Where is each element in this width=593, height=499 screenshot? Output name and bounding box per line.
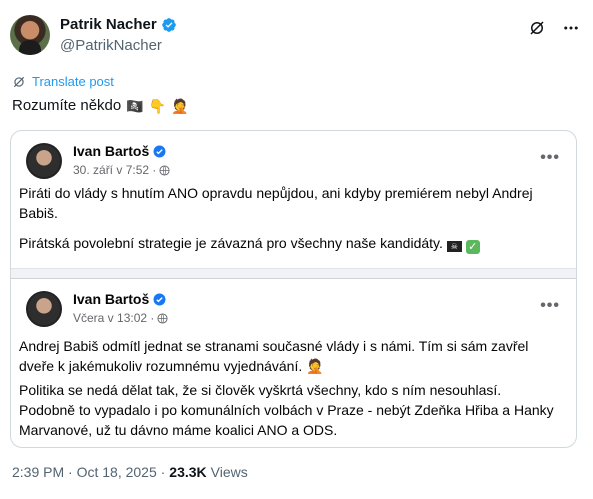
globe-icon bbox=[159, 164, 170, 176]
more-options-icon[interactable] bbox=[561, 18, 581, 38]
author-name[interactable]: Patrik Nacher bbox=[60, 16, 157, 33]
tweet-timestamp[interactable]: 2:39 PM · Oct 18, 2025 · bbox=[12, 464, 165, 480]
fb-avatar bbox=[26, 291, 62, 327]
fb-post-date: 30. září v 7:52 · bbox=[73, 163, 157, 177]
fb-paragraph: Politika se nedá dělat tak, že si člověk… bbox=[19, 382, 554, 438]
header-actions bbox=[527, 18, 581, 38]
facebook-post: Ivan Bartoš 30. září v 7:52 · ••• Piráti… bbox=[11, 131, 576, 268]
fb-author-name: Ivan Bartoš bbox=[73, 291, 150, 307]
facepalm-emoji: 🤦 bbox=[306, 358, 324, 374]
author-name-row[interactable]: Patrik Nacher bbox=[60, 16, 177, 33]
translate-icon bbox=[13, 76, 25, 87]
tweet-text: Rozumíte někdo 🏴‍☠️ 👇 🤦 bbox=[12, 97, 189, 114]
check-mark-icon: ✓ bbox=[465, 240, 480, 254]
fb-author-row: Ivan Bartoš bbox=[73, 143, 166, 159]
tweet-footer: 2:39 PM · Oct 18, 2025 · 23.3K Views bbox=[12, 464, 248, 480]
verified-badge-icon bbox=[161, 17, 176, 32]
fb-meta-row: Včera v 13:02 · bbox=[73, 311, 168, 325]
fb-more-options-icon: ••• bbox=[540, 149, 560, 166]
tweet-header: Patrik Nacher @PatrikNacher bbox=[10, 12, 585, 60]
fb-author-row: Ivan Bartoš bbox=[73, 291, 166, 307]
posts-separator bbox=[11, 268, 576, 278]
facepalm-emoji: 🤦 bbox=[171, 97, 189, 114]
fb-paragraph-2: Pirátská povolební strategie je závazná … bbox=[19, 233, 558, 254]
fb-verified-icon bbox=[153, 293, 166, 305]
translate-label: Translate post bbox=[32, 74, 114, 89]
tweet-text-content: Rozumíte někdo bbox=[12, 97, 122, 114]
pirate-flag-emoji: 🏴‍☠️ bbox=[126, 97, 144, 114]
fb-avatar bbox=[26, 143, 62, 179]
pirate-flag-icon: ☠ bbox=[446, 241, 462, 252]
globe-icon bbox=[157, 312, 168, 324]
facebook-post: Ivan Bartoš Včera v 13:02 · ••• Andrej B… bbox=[11, 278, 576, 447]
views-label: Views bbox=[210, 464, 248, 480]
grok-icon[interactable] bbox=[527, 18, 547, 38]
fb-paragraph-1: Andrej Babiš odmítl jednat se stranami s… bbox=[19, 336, 558, 376]
fb-author-name: Ivan Bartoš bbox=[73, 143, 150, 159]
fb-verified-icon bbox=[153, 145, 166, 157]
views-count: 23.3K bbox=[169, 464, 207, 480]
translate-post-link[interactable]: Translate post bbox=[12, 74, 114, 89]
embedded-image-card[interactable]: Ivan Bartoš 30. září v 7:52 · ••• Piráti… bbox=[10, 130, 577, 448]
fb-paragraph: Piráti do vlády s hnutím ANO opravdu nep… bbox=[19, 185, 533, 221]
fb-paragraph-text: Andrej Babiš odmítl jednat se stranami s… bbox=[19, 338, 529, 374]
fb-paragraph-text: Pirátská povolební strategie je závazná … bbox=[19, 235, 443, 251]
fb-post-date: Včera v 13:02 · bbox=[73, 311, 155, 325]
author-avatar[interactable] bbox=[10, 15, 50, 55]
fb-meta-row: 30. září v 7:52 · bbox=[73, 163, 170, 177]
fb-more-options-icon: ••• bbox=[540, 297, 560, 314]
pointing-down-emoji: 👇 bbox=[148, 97, 167, 114]
author-handle[interactable]: @PatrikNacher bbox=[60, 37, 162, 54]
